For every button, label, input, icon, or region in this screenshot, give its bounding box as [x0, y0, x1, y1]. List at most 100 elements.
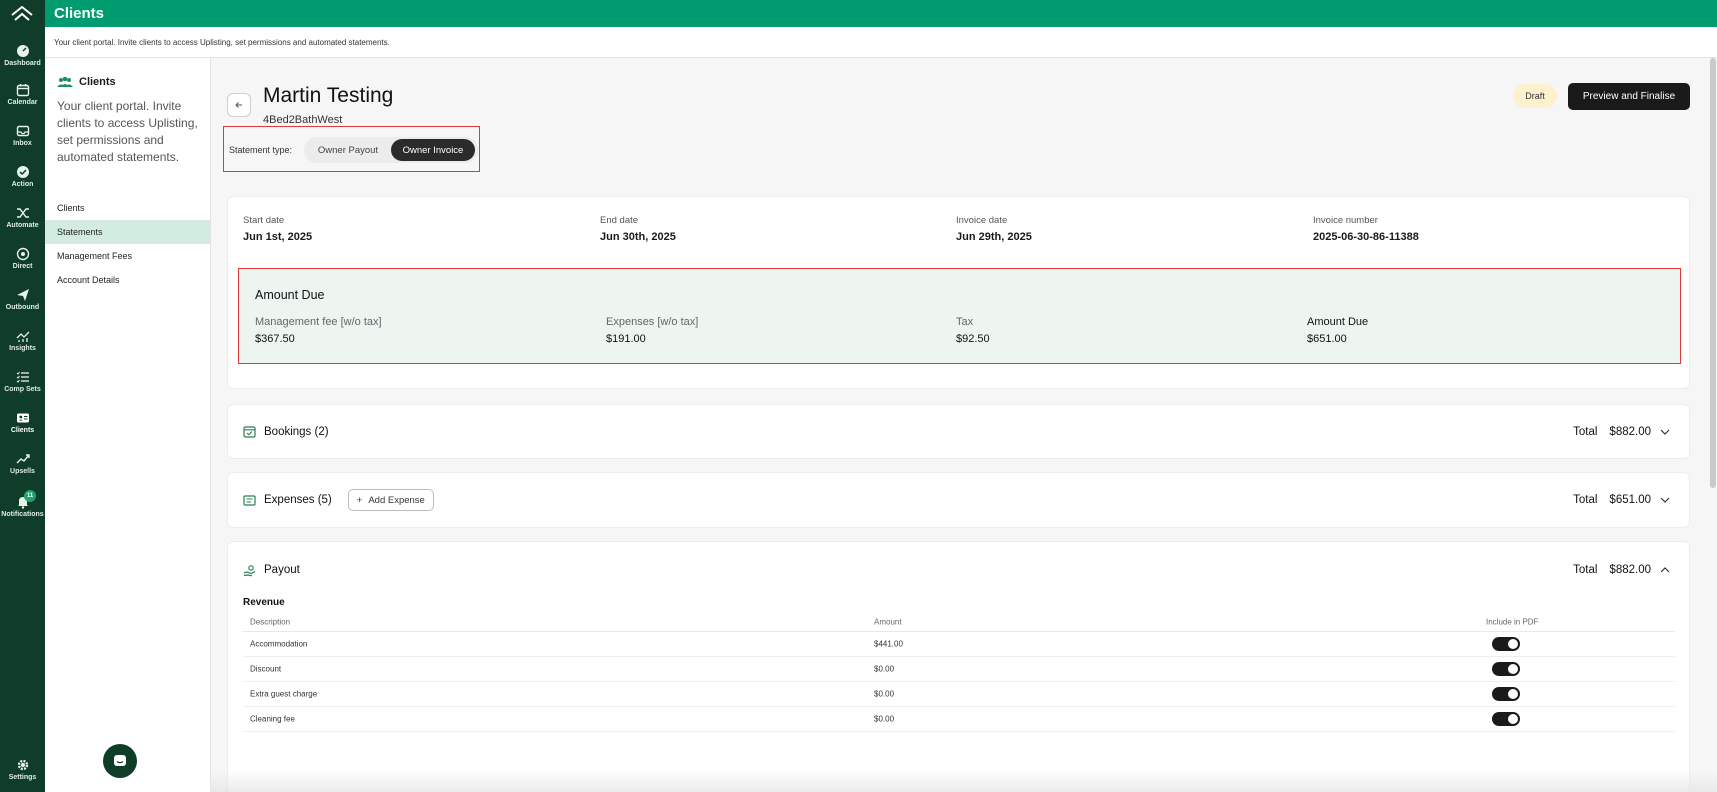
- rail-item-clients[interactable]: Clients: [0, 411, 45, 434]
- total-value: $882.00: [1609, 425, 1651, 438]
- amount-due-total: Amount Due $651.00: [1307, 316, 1368, 345]
- sidebar-item-account-details[interactable]: Account Details: [45, 268, 210, 292]
- info-value: Jun 1st, 2025: [243, 231, 313, 243]
- preview-and-finalise-button[interactable]: Preview and Finalise: [1568, 83, 1690, 110]
- end-date: End date Jun 30th, 2025: [600, 215, 676, 243]
- amount-due-summary: Amount Due Management fee [w/o tax] $367…: [238, 268, 1681, 364]
- total-label: Total: [1573, 564, 1598, 576]
- calendar-check-icon: [243, 426, 256, 438]
- rail-item-outbound[interactable]: Outbound: [0, 288, 45, 311]
- amount-value: $367.50: [255, 333, 295, 345]
- add-expense-button[interactable]: + Add Expense: [347, 489, 434, 511]
- owner-payout-option[interactable]: Owner Payout: [307, 139, 389, 161]
- revenue-table: Description Amount Include in PDF Accomm…: [243, 612, 1675, 732]
- payout-total: Total $882.00: [1573, 542, 1671, 598]
- include-in-pdf-toggle[interactable]: [1492, 687, 1520, 701]
- total-value: $882.00: [1609, 564, 1651, 576]
- table-row: Extra guest charge $0.00: [243, 682, 1675, 707]
- table-row: Cleaning fee $0.00: [243, 707, 1675, 732]
- rail-item-settings[interactable]: Settings: [0, 758, 45, 781]
- bookings-total: Total $882.00: [1573, 405, 1671, 458]
- sidebar-description: Your client portal. Invite clients to ac…: [57, 99, 198, 164]
- direct-icon: [16, 247, 29, 261]
- expenses-label: Expenses (5): [264, 494, 332, 506]
- amount-label: Amount Due: [1307, 316, 1369, 328]
- chevron-down-icon[interactable]: [1659, 494, 1671, 506]
- include-in-pdf-toggle[interactable]: [1492, 637, 1520, 651]
- sidebar-item-management-fees[interactable]: Management Fees: [45, 244, 210, 268]
- list-icon: [16, 371, 29, 383]
- rail-item-comp-sets[interactable]: Comp Sets: [0, 370, 45, 393]
- shuffle-icon: [16, 208, 29, 218]
- rail-item-upsells[interactable]: Upsells: [0, 452, 45, 475]
- row-description: Cleaning fee: [250, 714, 295, 724]
- revenue-table-header: Description Amount Include in PDF: [243, 612, 1675, 632]
- info-value: Jun 30th, 2025: [600, 231, 676, 243]
- amount-label: Management fee [w/o tax]: [255, 316, 382, 328]
- total-value: $651.00: [1609, 494, 1651, 506]
- chevron-down-icon[interactable]: [1659, 426, 1671, 438]
- payout-label: Payout: [264, 564, 300, 576]
- arrow-left-icon: [235, 102, 242, 108]
- chat-support-button[interactable]: [103, 744, 137, 778]
- uplisting-logo-icon[interactable]: [10, 5, 34, 25]
- chevron-up-icon[interactable]: [1659, 564, 1671, 576]
- top-bar: Clients: [45, 0, 1717, 27]
- row-description: Discount: [250, 664, 282, 674]
- back-button[interactable]: [227, 93, 251, 117]
- sidebar-item-clients[interactable]: Clients: [45, 196, 210, 220]
- sidebar-item-statements[interactable]: Statements: [45, 220, 210, 244]
- rail-item-insights[interactable]: Insights: [0, 329, 45, 352]
- table-row: Accommodation $441.00: [243, 632, 1675, 657]
- rail-label: Insights: [9, 345, 36, 352]
- page-subtitle-bar: Your client portal. Invite clients to ac…: [45, 27, 1717, 58]
- rail-label: Outbound: [5, 304, 40, 311]
- inbox-icon: [16, 125, 29, 137]
- info-label: Start date: [243, 215, 285, 226]
- column-include-in-pdf: Include in PDF: [1486, 617, 1539, 626]
- include-in-pdf-toggle[interactable]: [1492, 712, 1520, 726]
- rail-item-automate[interactable]: Automate: [0, 206, 45, 229]
- amount-label: Tax: [956, 316, 974, 328]
- rail-label: Notifications: [1, 511, 44, 518]
- payout-header[interactable]: Payout Total $882.00: [228, 542, 1689, 598]
- column-description: Description: [250, 617, 291, 626]
- payout-title: Payout: [243, 542, 300, 598]
- rail-item-action[interactable]: Action: [0, 165, 45, 188]
- expenses-amount: Expenses [w/o tax] $191.00: [606, 316, 698, 345]
- column-amount: Amount: [874, 617, 902, 626]
- client-name: Martin Testing: [263, 84, 394, 107]
- clients-card-icon: [16, 413, 29, 423]
- include-in-pdf-toggle[interactable]: [1492, 662, 1520, 676]
- row-amount: $0.00: [874, 714, 895, 724]
- owner-invoice-option[interactable]: Owner Invoice: [391, 139, 475, 161]
- expenses-section[interactable]: Expenses (5) + Add Expense Total $651.00: [227, 472, 1690, 528]
- management-fee: Management fee [w/o tax] $367.50: [255, 316, 382, 345]
- page-scrollbar[interactable]: [1710, 58, 1716, 488]
- amount-value: $191.00: [606, 333, 646, 345]
- revenue-title: Revenue: [243, 597, 285, 608]
- amount-value: $92.50: [956, 333, 990, 345]
- payout-section: Payout Total $882.00 Revenue Description…: [227, 541, 1690, 792]
- gear-icon: [17, 759, 28, 771]
- rail-item-calendar[interactable]: Calendar: [0, 83, 45, 106]
- paper-plane-icon: [16, 289, 29, 301]
- tax-amount: Tax $92.50: [956, 316, 990, 345]
- rail-label: Calendar: [7, 99, 38, 106]
- property-name: 4Bed2BathWest: [263, 114, 343, 126]
- statement-info-card: Start date Jun 1st, 2025 End date Jun 30…: [227, 196, 1690, 389]
- rail-item-inbox[interactable]: Inbox: [0, 124, 45, 147]
- rail-label: Inbox: [13, 140, 32, 147]
- rail-item-direct[interactable]: Direct: [0, 247, 45, 270]
- bookings-section[interactable]: Bookings (2) Total $882.00: [227, 404, 1690, 459]
- rail-label: Upsells: [10, 468, 35, 475]
- rail-label: Comp Sets: [4, 386, 41, 393]
- rail-item-dashboard[interactable]: Dashboard: [0, 44, 45, 67]
- amount-label: Expenses [w/o tax]: [606, 316, 699, 328]
- add-expense-label: Add Expense: [368, 494, 425, 506]
- dashboard-icon: [16, 45, 29, 57]
- row-amount: $0.00: [874, 664, 895, 674]
- rail-item-notifications[interactable]: 11 Notifications: [0, 490, 45, 518]
- page-title: Clients: [54, 5, 105, 22]
- rail-label: Action: [11, 181, 34, 188]
